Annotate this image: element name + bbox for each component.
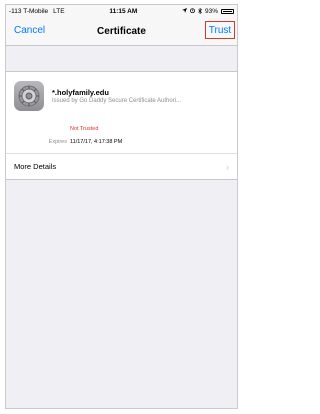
status-time: 11:15 AM bbox=[109, 8, 138, 15]
more-details-row[interactable]: More Details › bbox=[6, 154, 237, 179]
carrier-label: -113 T-Mobile bbox=[9, 8, 49, 15]
trust-status: Not Trusted bbox=[70, 126, 99, 132]
trust-button[interactable]: Trust bbox=[205, 21, 235, 39]
chevron-right-icon: › bbox=[226, 161, 229, 172]
expires-label: Expires bbox=[48, 139, 67, 145]
certificate-name: *.holyfamily.edu bbox=[52, 88, 109, 97]
more-details-label: More Details bbox=[14, 162, 57, 171]
certificate-header: *.holyfamily.edu Issued by Go Daddy Secu… bbox=[6, 72, 237, 118]
status-right: 93% bbox=[181, 7, 234, 16]
page-title: Certificate bbox=[97, 26, 146, 37]
alarm-icon bbox=[190, 8, 195, 15]
battery-icon bbox=[221, 9, 234, 14]
status-bar: -113 T-Mobile LTE 11:15 AM 93% bbox=[6, 5, 237, 18]
battery-percent: 93% bbox=[204, 8, 218, 15]
phone-screen: -113 T-Mobile LTE 11:15 AM 93% Cancel Ce… bbox=[5, 4, 238, 409]
location-arrow-icon bbox=[181, 8, 187, 15]
bluetooth-icon bbox=[198, 7, 202, 16]
cancel-button[interactable]: Cancel bbox=[14, 25, 45, 36]
certificate-text: *.holyfamily.edu Issued by Go Daddy Secu… bbox=[52, 88, 181, 104]
expires-row: Expires 11/17/17, 4:17:38 PM bbox=[6, 139, 237, 154]
settings-gear-icon bbox=[14, 81, 44, 111]
certificate-issuer: Issued by Go Daddy Secure Certificate Au… bbox=[52, 98, 182, 104]
network-label: LTE bbox=[53, 8, 65, 15]
certificate-card: *.holyfamily.edu Issued by Go Daddy Secu… bbox=[6, 71, 237, 180]
navigation-bar: Cancel Certificate Trust bbox=[6, 18, 237, 46]
expires-value: 11/17/17, 4:17:38 PM bbox=[70, 139, 123, 145]
status-left: -113 T-Mobile LTE bbox=[9, 8, 65, 15]
